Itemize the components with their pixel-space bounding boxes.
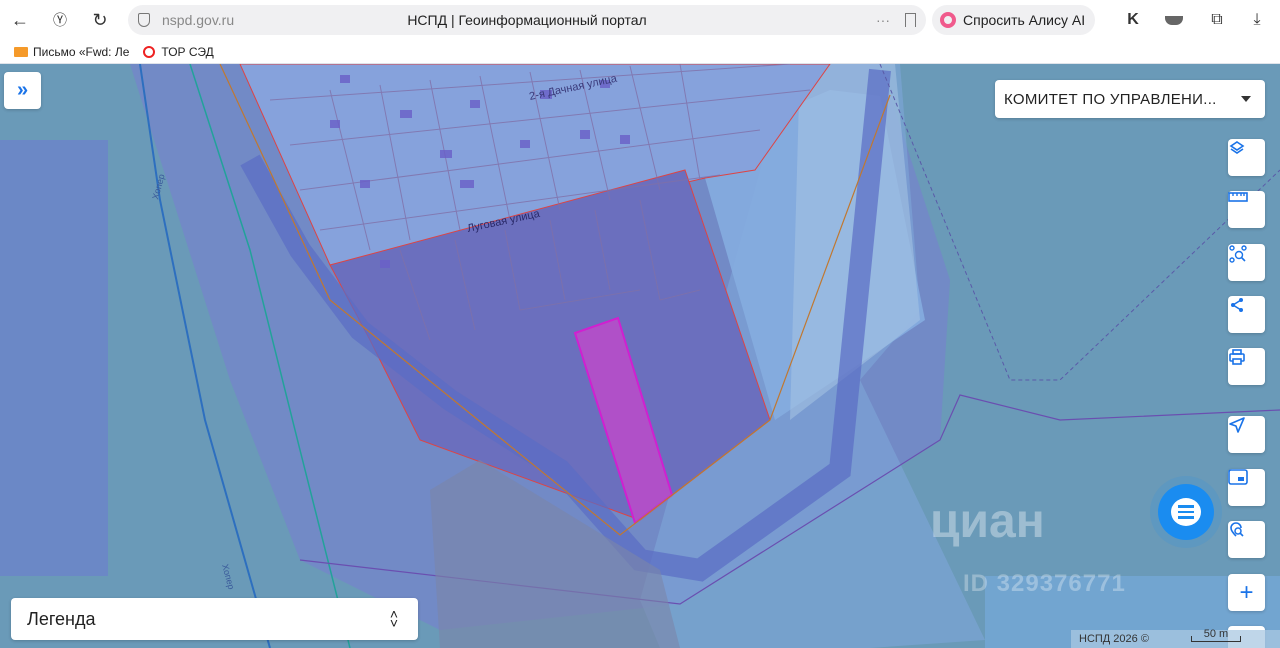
area-search-button[interactable] xyxy=(1228,244,1265,281)
layers-button[interactable] xyxy=(1228,139,1265,176)
alice-label: Спросить Алису AI xyxy=(963,12,1086,28)
minimap-button[interactable] xyxy=(1228,469,1265,506)
share-button[interactable] xyxy=(1228,296,1265,333)
print-button[interactable] xyxy=(1228,348,1265,385)
zone-left xyxy=(0,140,108,576)
cian-watermark-id: ID 329376771 xyxy=(963,570,1126,597)
chevron-updown-icon: ˄ ˅ xyxy=(389,606,398,631)
scale-bar: 50 m xyxy=(1190,629,1241,642)
share-icon xyxy=(1231,298,1243,312)
measure-button[interactable] xyxy=(1228,191,1265,228)
back-icon[interactable]: ← xyxy=(0,0,40,40)
more-icon[interactable]: ··· xyxy=(876,12,890,28)
legend-panel[interactable]: Легенда ˄ ˅ xyxy=(11,598,418,640)
zoom-in-button[interactable]: + xyxy=(1228,574,1265,611)
bookmark-tor-sed[interactable]: ТОР СЭД xyxy=(143,44,214,59)
cian-watermark: циан xyxy=(930,495,1045,548)
bookmark-mail[interactable]: Письмо «Fwd: Ле xyxy=(14,45,129,59)
download-icon[interactable]: ⤓ xyxy=(1247,10,1267,30)
bookmarks-bar: Письмо «Fwd: Ле ТОР СЭД xyxy=(0,40,1280,64)
locate-button[interactable] xyxy=(1228,416,1265,453)
organization-select[interactable]: КОМИТЕТ ПО УПРАВЛЕНИ... xyxy=(995,80,1265,118)
extensions-icon[interactable]: ⧉ xyxy=(1207,10,1227,30)
chevrons-right-icon: » xyxy=(16,79,29,101)
expand-panel-button[interactable]: » xyxy=(4,72,41,109)
legend-label: Легенда xyxy=(27,608,96,629)
opera-icon xyxy=(143,45,156,58)
chat-icon xyxy=(1171,498,1201,526)
mail-icon xyxy=(14,46,28,57)
reload-icon[interactable]: ↻ xyxy=(80,0,120,40)
alice-button[interactable]: Спросить Алису AI xyxy=(932,5,1095,35)
browser-toolbar: ← Ⓨ ↻ nspd.gov.ru НСПД | Геоинформационн… xyxy=(0,0,1280,40)
area-search-icon xyxy=(1229,245,1247,263)
plus-icon: + xyxy=(1239,578,1254,606)
alice-icon xyxy=(940,12,956,28)
copyright: НСПД 2026 © xyxy=(1079,633,1149,645)
pocket-icon[interactable] xyxy=(1164,10,1184,30)
yandex-icon[interactable]: Ⓨ xyxy=(40,0,80,40)
caret-down-icon xyxy=(1241,96,1251,102)
bookmark-label: Письмо «Fwd: Ле xyxy=(33,44,130,59)
map-canvas[interactable]: 2-я Дачная улица Луговая улица Хопер Хоп… xyxy=(0,64,1280,648)
address-bar[interactable]: nspd.gov.ru НСПД | Геоинформационный пор… xyxy=(128,5,926,35)
url-text: nspd.gov.ru xyxy=(162,12,235,28)
location-search-icon xyxy=(1230,522,1244,537)
chat-button[interactable] xyxy=(1158,484,1214,540)
river-label: Хопер xyxy=(150,173,166,201)
printer-icon xyxy=(1229,349,1245,365)
extension-icon[interactable]: K xyxy=(1123,10,1143,30)
map-layers: 2-я Дачная улица Луговая улица Хопер Хоп… xyxy=(0,64,1280,648)
river-label: Хопер xyxy=(220,563,236,591)
map-footer: НСПД 2026 © 50 m xyxy=(1071,629,1280,648)
page-title: НСПД | Геоинформационный портал xyxy=(407,12,647,28)
shield-icon xyxy=(138,13,150,27)
organization-select-value: КОМИТЕТ ПО УПРАВЛЕНИ... xyxy=(1004,90,1217,108)
layers-icon xyxy=(1229,141,1245,154)
minimap-icon xyxy=(1228,469,1248,485)
bookmark-label: ТОР СЭД xyxy=(161,44,214,59)
scale-label: 50 m xyxy=(1203,628,1229,640)
geo-search-button[interactable] xyxy=(1228,521,1265,558)
ruler-icon xyxy=(1228,192,1248,202)
navigation-arrow-icon xyxy=(1229,417,1245,433)
bookmark-icon[interactable] xyxy=(905,13,916,27)
